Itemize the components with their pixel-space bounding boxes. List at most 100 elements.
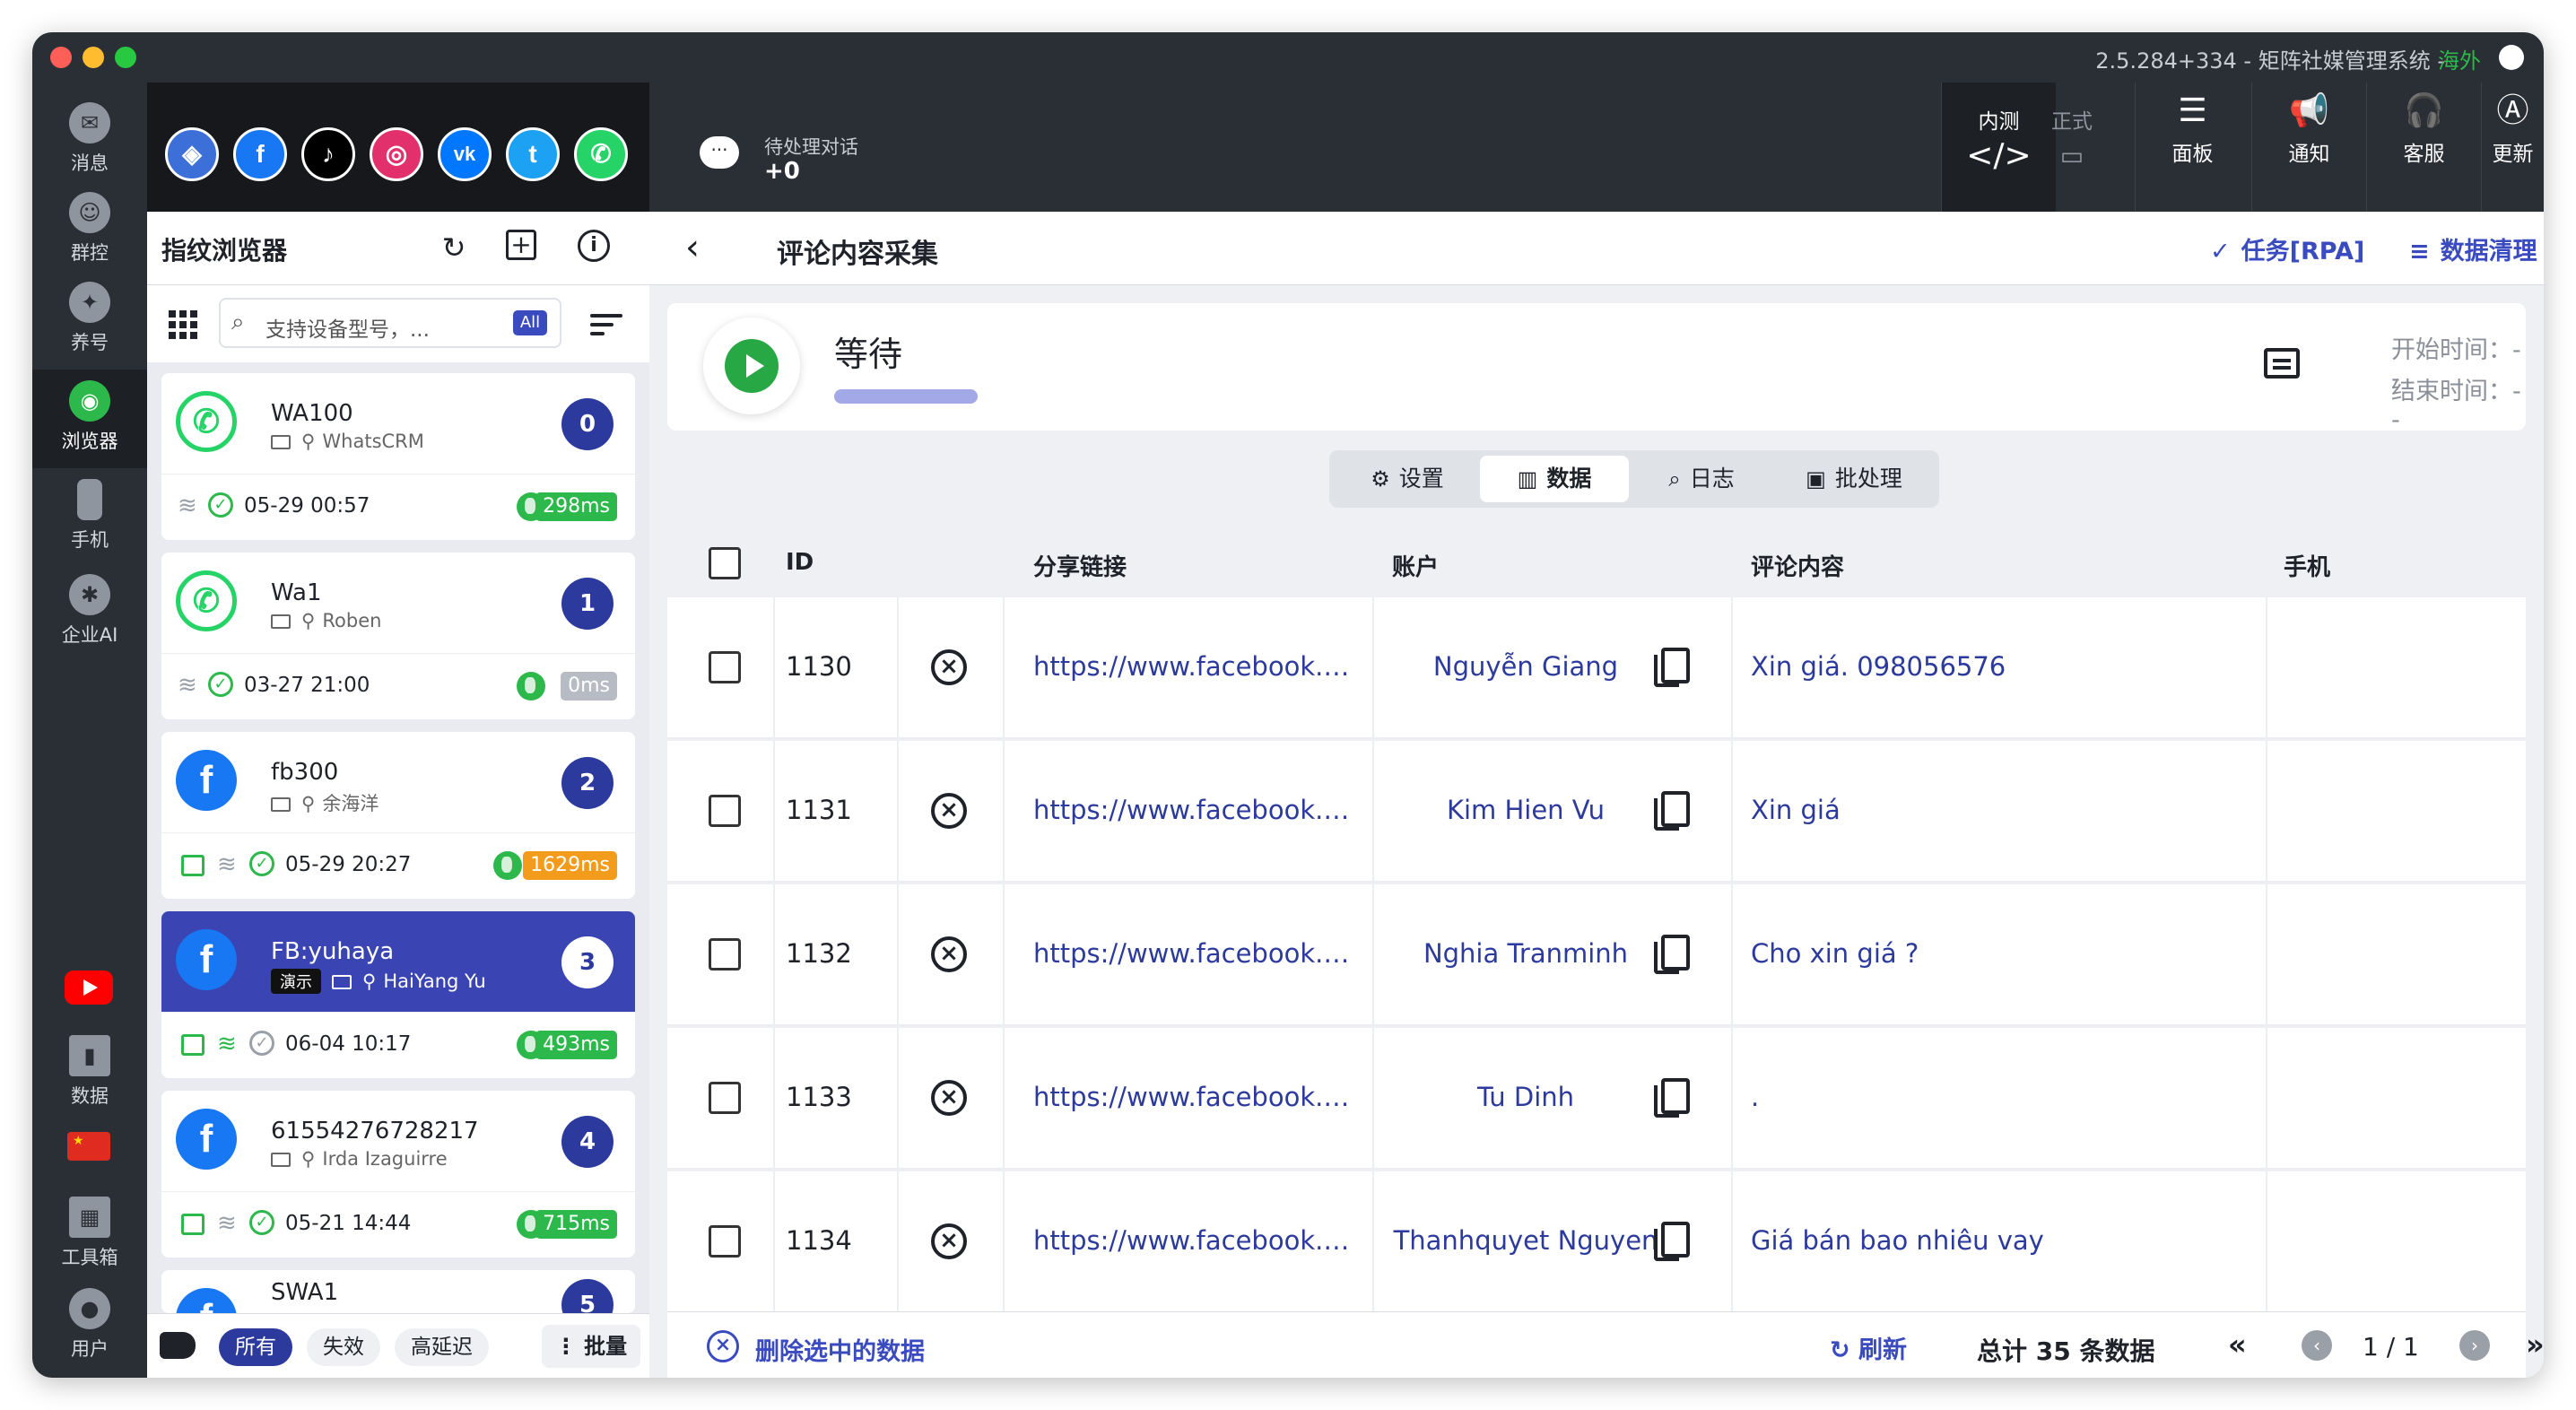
table-row: 1134×https://www.facebook.com/...Thanhqu… — [667, 1171, 2526, 1311]
tab-bar: ⚙ 设置 ▥ 数据 ⌕ 日志 ▣ 批处理 — [1329, 450, 1939, 508]
chat-bubble-icon[interactable]: ··· — [700, 136, 739, 169]
back-arrow-icon[interactable]: ‹ — [685, 230, 700, 265]
search-scope-badge[interactable]: All — [513, 310, 547, 335]
share-link[interactable]: https://www.facebook.com/... — [1033, 1225, 1362, 1256]
theme-toggle[interactable] — [2499, 45, 2524, 70]
facebook-avatar-icon: f — [176, 929, 237, 990]
comment-text[interactable]: Giá bán bao nhiêu vay — [1751, 1225, 2044, 1256]
nav-item-user[interactable]: ● 用户 — [32, 1277, 147, 1367]
app-window: 2.5.284+334 - 矩阵社媒管理系统 - 海外 ✉ 消息 ☺ 群控 ✦ … — [32, 32, 2544, 1378]
task-rpa-label: 任务[RPA] — [2241, 238, 2365, 265]
row-checkbox[interactable] — [709, 1225, 741, 1258]
nav-item-toolbox[interactable]: ▦ 工具箱 — [32, 1186, 147, 1275]
china-flag-icon[interactable]: ★ — [67, 1132, 110, 1161]
close-window-button[interactable] — [50, 47, 72, 68]
facebook-icon[interactable]: f — [233, 127, 287, 181]
batch-button[interactable]: ⋮ 批量 — [542, 1325, 640, 1368]
comment-text[interactable]: . — [1751, 1082, 1759, 1112]
nav-item-data[interactable]: ▮ 数据 — [32, 1024, 147, 1114]
maximize-window-button[interactable] — [115, 47, 136, 68]
remove-row-icon[interactable]: × — [931, 793, 967, 829]
region-label: 海外 — [2438, 48, 2481, 74]
filter-all-button[interactable]: 所有 — [219, 1328, 292, 1366]
copy-icon[interactable] — [1654, 648, 1690, 687]
tiktok-icon[interactable]: ♪ — [301, 127, 355, 181]
comment-text[interactable]: Xin giá — [1751, 795, 1841, 825]
browser-platform-icon[interactable]: ◈ — [165, 127, 219, 181]
data-clean-link[interactable]: ≡ 数据清理 — [2409, 231, 2537, 266]
row-checkbox[interactable] — [709, 938, 741, 970]
profile-card[interactable]: f fb300 ⚲ 余海洋 2 ≋ ✓ 05-29 20:27 1629ms — [161, 732, 635, 899]
profile-owner: ⚲ WhatsCRM — [271, 431, 424, 452]
filter-invalid-button[interactable]: 失效 — [307, 1328, 380, 1366]
profile-card[interactable]: ✆ Wa1 ⚲ Roben 1 ≋ ✓ 03-27 21:00 0ms — [161, 553, 635, 719]
tab-batch[interactable]: ▣ 批处理 — [1778, 456, 1930, 502]
select-all-checkbox[interactable] — [709, 547, 741, 579]
tab-label: 日志 — [1689, 466, 1735, 492]
nav-item-messages[interactable]: ✉ 消息 — [32, 91, 147, 181]
comment-text[interactable]: Cho xin giá ? — [1751, 938, 1919, 969]
profile-card-selected[interactable]: f FB:yuhaya 演示 ⚲ HaiYang Yu 3 ≋ ✓ 06-04 10… — [161, 911, 635, 1078]
update-button[interactable]: Ⓐ 更新 — [2481, 83, 2544, 212]
first-page-icon[interactable]: « — [2228, 1328, 2247, 1361]
row-checkbox[interactable] — [709, 795, 741, 827]
row-checkbox[interactable] — [709, 1082, 741, 1114]
tab-logs[interactable]: ⌕ 日志 — [1634, 456, 1769, 502]
filter-high-latency-button[interactable]: 高延迟 — [395, 1328, 489, 1366]
profile-card[interactable]: f SWA1 5 — [161, 1270, 635, 1313]
delete-selected-button[interactable]: 删除选中的数据 — [755, 1332, 925, 1367]
remove-row-icon[interactable]: × — [931, 1080, 967, 1116]
support-button[interactable]: 🎧 客服 — [2366, 83, 2481, 212]
share-link[interactable]: https://www.facebook.com/... — [1033, 1082, 1362, 1112]
remove-row-icon[interactable]: × — [931, 936, 967, 972]
copy-icon[interactable] — [1654, 935, 1690, 974]
whatsapp-icon[interactable]: ✆ — [574, 127, 628, 181]
add-icon[interactable]: + — [506, 230, 536, 260]
search-input[interactable]: ⌕ 支持设备型号，... All — [219, 298, 561, 348]
sort-icon[interactable] — [590, 310, 626, 337]
tag-icon[interactable] — [160, 1332, 196, 1359]
row-checkbox[interactable] — [709, 651, 741, 683]
last-page-icon[interactable]: » — [2526, 1328, 2544, 1361]
panel-button[interactable]: ☰ 面板 — [2135, 83, 2250, 212]
play-button[interactable] — [703, 318, 800, 414]
prev-page-icon[interactable]: ‹ — [2302, 1330, 2332, 1361]
column-divider — [773, 1028, 775, 1170]
delete-circle-icon[interactable]: × — [707, 1330, 739, 1362]
monitor-icon[interactable] — [2264, 348, 2300, 379]
youtube-icon[interactable] — [65, 970, 113, 1005]
refresh-button[interactable]: ↻ 刷新 — [1830, 1330, 1907, 1365]
vk-icon[interactable]: vk — [438, 127, 492, 181]
share-link[interactable]: https://www.facebook.com/... — [1033, 795, 1362, 825]
task-rpa-link[interactable]: ✓ 任务[RPA] — [2210, 231, 2364, 266]
notify-button[interactable]: 📢 通知 — [2251, 83, 2366, 212]
share-link[interactable]: https://www.facebook.com/... — [1033, 938, 1362, 969]
info-icon[interactable]: i — [578, 230, 610, 262]
twitter-icon[interactable]: t — [506, 127, 560, 181]
next-page-icon[interactable]: › — [2459, 1330, 2490, 1361]
table-footer: × 删除选中的数据 ↻ 刷新 总计 35 条数据 « ‹ 1 / 1 › » — [667, 1311, 2544, 1378]
nav-item-group-control[interactable]: ☺ 群控 — [32, 181, 147, 271]
tab-settings[interactable]: ⚙ 设置 — [1340, 456, 1475, 502]
remove-row-icon[interactable]: × — [931, 649, 967, 685]
nav-item-enterprise-ai[interactable]: ✱ 企业AI — [32, 563, 147, 653]
env-formal-button[interactable]: 正式 ▭ — [2028, 83, 2116, 212]
whatsapp-avatar-icon: ✆ — [176, 570, 237, 631]
share-link[interactable]: https://www.facebook.com/... — [1033, 651, 1362, 682]
refresh-icon[interactable]: ↻ — [436, 230, 472, 265]
nav-item-account-nurture[interactable]: ✦ 养号 — [32, 271, 147, 361]
copy-icon[interactable] — [1654, 1078, 1690, 1118]
nav-item-browser[interactable]: ◉ 浏览器 — [32, 370, 147, 468]
profile-card[interactable]: f 61554276728217 ⚲ Irda Izaguirre 4 ≋ ✓ 0… — [161, 1091, 635, 1258]
copy-icon[interactable] — [1654, 1222, 1690, 1261]
copy-icon[interactable] — [1654, 791, 1690, 831]
instagram-icon[interactable]: ◎ — [370, 127, 423, 181]
comment-text[interactable]: Xin giá. 098056576 — [1751, 651, 2006, 682]
grid-view-icon[interactable] — [169, 310, 197, 339]
list-icon: ≡ — [2409, 238, 2430, 265]
profile-card[interactable]: ✆ WA100 ⚲ WhatsCRM 0 ≋ ✓ 05-29 00:57 298m… — [161, 373, 635, 540]
nav-item-phone[interactable]: 手机 — [32, 468, 147, 558]
remove-row-icon[interactable]: × — [931, 1223, 967, 1259]
tab-data[interactable]: ▥ 数据 — [1480, 456, 1629, 502]
minimize-window-button[interactable] — [83, 47, 104, 68]
